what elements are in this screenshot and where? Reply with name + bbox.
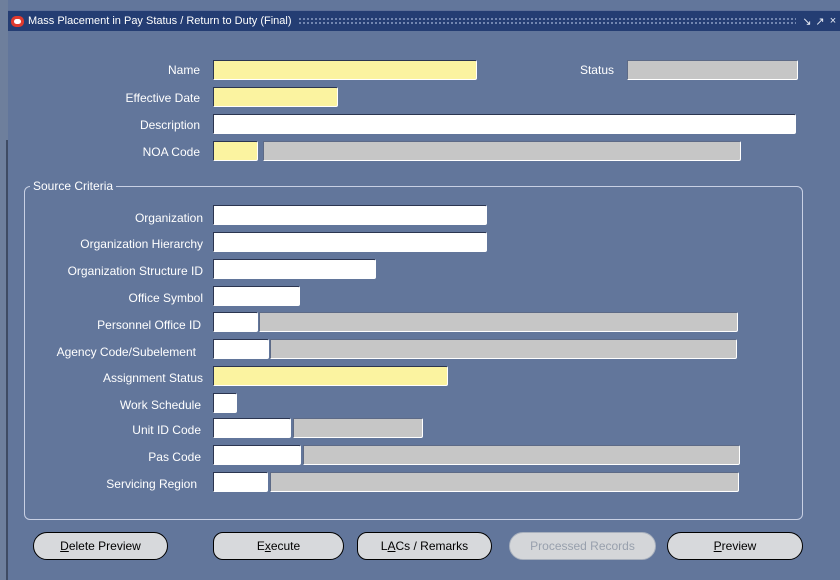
left-window-edge [0, 0, 8, 580]
office-symbol-field[interactable] [213, 286, 300, 306]
office-symbol-label: Office Symbol [128, 291, 203, 305]
noa-code-field[interactable] [213, 141, 258, 161]
effective-date-field[interactable] [213, 87, 338, 107]
delete-preview-label: elete Preview [68, 539, 141, 553]
assignment-status-field[interactable] [213, 366, 448, 386]
lacs-remarks-button[interactable]: L A Cs / Remarks [357, 532, 492, 560]
minimize-icon[interactable]: ↘ [802, 15, 812, 28]
source-criteria-label: Source Criteria [30, 179, 117, 193]
organization-structure-id-field[interactable] [213, 259, 376, 279]
organization-structure-id-label: Organization Structure ID [67, 264, 203, 278]
window-titlebar[interactable]: Mass Placement in Pay Status / Return to… [8, 10, 840, 31]
name-label: Name [167, 63, 200, 77]
lacs-remarks-label: Cs / Remarks [395, 539, 469, 553]
pas-code-label: Pas Code [148, 450, 201, 464]
agency-code-description-field [270, 339, 737, 359]
preview-label: review [721, 539, 757, 553]
unit-id-code-field[interactable] [213, 418, 291, 438]
delete-preview-button[interactable]: Delete Preview [33, 532, 168, 560]
titlebar-grip [297, 16, 796, 26]
lacs-remarks-label-pre: L [380, 539, 388, 553]
description-field[interactable] [213, 114, 796, 134]
unit-id-description-field [293, 418, 423, 438]
organization-hierarchy-field[interactable] [213, 232, 487, 252]
organization-hierarchy-label: Organization Hierarchy [80, 237, 203, 251]
organization-label: Organization [134, 211, 203, 225]
pas-code-field[interactable] [213, 445, 301, 465]
organization-field[interactable] [213, 205, 487, 225]
status-label: Status [579, 63, 614, 77]
work-schedule-label: Work Schedule [119, 398, 201, 412]
delete-preview-accelerator: D [60, 539, 69, 553]
unit-id-code-label: Unit ID Code [132, 423, 201, 437]
servicing-region-field[interactable] [213, 472, 268, 492]
servicing-region-description-field [270, 472, 739, 492]
agency-code-field[interactable] [213, 339, 269, 359]
personnel-office-id-label: Personnel Office ID [97, 318, 201, 332]
close-icon[interactable]: × [828, 15, 838, 28]
personnel-office-description-field [259, 312, 738, 332]
oracle-app-icon [11, 15, 24, 27]
servicing-region-label: Servicing Region [106, 477, 197, 491]
agency-code-label: Agency Code/Subelement [56, 345, 196, 359]
processed-records-button[interactable]: Processed Records [509, 532, 656, 560]
effective-date-label: Effective Date [125, 91, 200, 105]
execute-label-pre: E [256, 539, 265, 553]
description-label: Description [139, 118, 200, 132]
name-field[interactable] [213, 60, 477, 80]
window-title: Mass Placement in Pay Status / Return to… [28, 15, 292, 27]
processed-records-label: Processed Records [530, 539, 635, 553]
personnel-office-id-field[interactable] [213, 312, 258, 332]
maximize-icon[interactable]: ↗ [815, 15, 825, 28]
work-schedule-field[interactable] [213, 393, 237, 413]
noa-description-field [263, 141, 741, 161]
status-field [627, 60, 798, 80]
lacs-remarks-accelerator: A [387, 539, 396, 553]
assignment-status-label: Assignment Status [102, 371, 203, 385]
noa-code-label: NOA Code [142, 145, 200, 159]
execute-label: ecute [270, 539, 301, 553]
execute-button[interactable]: Ex ecute [213, 532, 344, 560]
preview-button[interactable]: Preview [667, 532, 803, 560]
pas-code-description-field [303, 445, 740, 465]
preview-accelerator: P [713, 539, 722, 553]
